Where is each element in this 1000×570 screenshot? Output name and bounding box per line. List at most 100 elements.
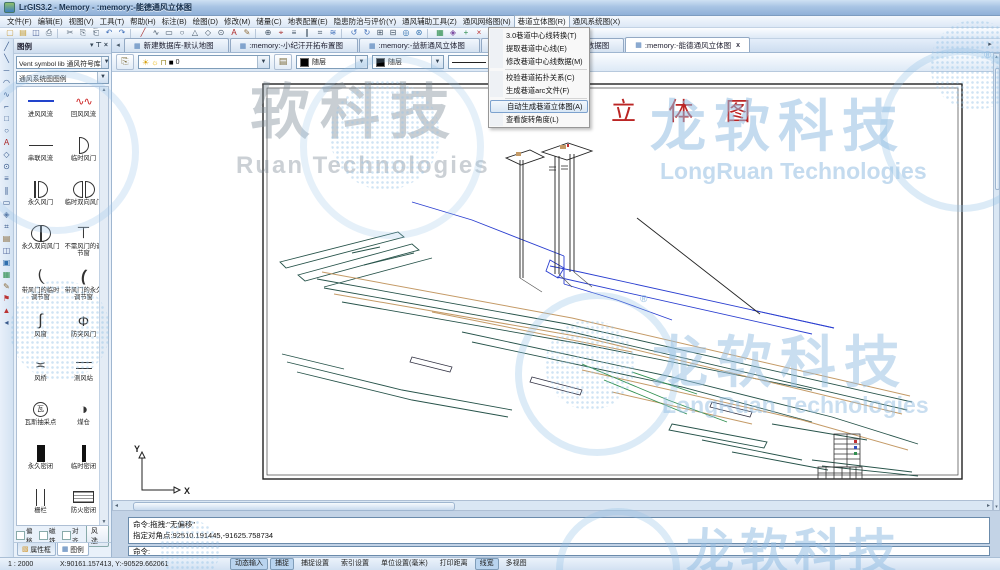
- document-tab[interactable]: ▦ :memory:-小纪汗开拓布置图: [230, 38, 358, 52]
- tab-close-icon[interactable]: x: [736, 42, 740, 49]
- toolbar-icon[interactable]: ⎘: [77, 28, 89, 38]
- make-layer-current-button[interactable]: ▤: [274, 54, 292, 70]
- draw-tool-icon[interactable]: ⊙: [1, 161, 13, 172]
- legend-symbol[interactable]: 栅栏: [19, 487, 62, 526]
- toolbar-icon[interactable]: ▢: [4, 28, 16, 38]
- draw-tool-icon[interactable]: ◇: [1, 149, 13, 160]
- draw-tool-icon[interactable]: □: [1, 113, 13, 124]
- chevron-down-icon[interactable]: ▼: [101, 57, 109, 68]
- menu-item[interactable]: 绘图(D): [190, 16, 221, 27]
- legend-symbol[interactable]: 进风风流: [19, 91, 62, 135]
- tab-scroll-left-icon[interactable]: ◂: [112, 40, 124, 52]
- checkbox[interactable]: [62, 531, 71, 540]
- scroll-left-icon[interactable]: ◂: [115, 502, 118, 509]
- draw-tool-icon[interactable]: ╱: [1, 41, 13, 52]
- document-tab[interactable]: ▦ :memory:-益新通风立体图: [359, 38, 480, 52]
- tab-scroll-right-icon[interactable]: ▸: [984, 39, 996, 51]
- horizontal-scrollbar[interactable]: ◂ ▸: [112, 500, 993, 511]
- legend-symbol[interactable]: 风窗: [19, 311, 62, 355]
- document-tab[interactable]: ▦ :memory:-能德通风立体图 x: [625, 37, 750, 52]
- draw-tool-icon[interactable]: ╲: [1, 53, 13, 64]
- toolbar-icon[interactable]: ⎗: [90, 28, 102, 38]
- menu-item[interactable]: 通风系统图(X): [570, 16, 624, 27]
- close-icon[interactable]: ×: [104, 40, 108, 52]
- panel-tab[interactable]: ▦ 图例: [57, 543, 89, 556]
- status-toggle-button[interactable]: 单位设置(毫米): [376, 558, 433, 570]
- draw-tool-icon[interactable]: ▤: [1, 233, 13, 244]
- scroll-down-icon[interactable]: ▼: [102, 519, 107, 525]
- draw-tool-icon[interactable]: ○: [1, 125, 13, 136]
- legend-symbol[interactable]: 带风门的临时调节窗: [19, 267, 62, 311]
- scroll-down-icon[interactable]: ▾: [995, 504, 998, 510]
- toolbar-icon[interactable]: ✂: [64, 28, 76, 38]
- status-toggle-button[interactable]: 打印距离: [435, 558, 473, 570]
- legend-symbol[interactable]: 永久双向风门: [19, 223, 62, 267]
- draw-tool-icon[interactable]: ◂: [1, 317, 13, 328]
- legend-symbol[interactable]: 风桥: [19, 355, 62, 399]
- draw-tool-icon[interactable]: ▭: [1, 197, 13, 208]
- drawing-canvas[interactable]: Y X 通 风 立 体 图: [112, 72, 993, 500]
- legend-symbol[interactable]: 瓦斯抽采点: [19, 399, 62, 443]
- command-history[interactable]: 命令:拖拽:"无偏移" 指定对角点:92510.191445,-91625.75…: [128, 517, 990, 544]
- color-combo[interactable]: 随层 ▼: [296, 55, 368, 69]
- checkbox[interactable]: [39, 531, 48, 540]
- menu-item[interactable]: 视图(V): [66, 16, 97, 27]
- draw-tool-icon[interactable]: ⌗: [1, 221, 13, 232]
- draw-tool-icon[interactable]: ◈: [1, 209, 13, 220]
- context-menu-item[interactable]: 修改巷道中心线数据(M): [490, 55, 588, 68]
- layer-combo[interactable]: ☀☼⊓■ 0 ▼: [138, 55, 270, 69]
- vertical-scrollbar[interactable]: ▴ ▾: [993, 53, 1000, 511]
- symbol-library-combo[interactable]: Vent symbol lib 通风符号库 ▼: [16, 56, 109, 69]
- panel-tab[interactable]: ▧ 属性框: [17, 543, 56, 556]
- context-menu-item[interactable]: 自动生成巷道立体图(A): [490, 100, 588, 113]
- draw-tool-icon[interactable]: ∿: [1, 89, 13, 100]
- menu-item[interactable]: 编辑(E): [35, 16, 66, 27]
- status-toggle-button[interactable]: 捕捉设置: [296, 558, 334, 570]
- context-menu-item[interactable]: 查看旋转角度(L): [490, 113, 588, 126]
- draw-tool-icon[interactable]: ⚑: [1, 293, 13, 304]
- menu-item[interactable]: 工具(T): [97, 16, 128, 27]
- toolbar-icon[interactable]: ↶: [103, 28, 115, 38]
- chevron-down-icon[interactable]: ▼: [355, 56, 367, 68]
- status-toggle-button[interactable]: 多视图: [501, 558, 532, 570]
- toolbar-icon[interactable]: ◫: [30, 28, 42, 38]
- draw-tool-icon[interactable]: ✎: [1, 281, 13, 292]
- menu-item[interactable]: 隐患防治与评价(Y): [331, 16, 400, 27]
- draw-tool-icon[interactable]: A: [1, 137, 13, 148]
- chevron-down-icon[interactable]: ▼: [97, 72, 108, 83]
- context-menu-item[interactable]: 3.0巷道中心线转换(T): [490, 29, 588, 42]
- context-menu-item[interactable]: 校验巷道拓扑关系(C): [490, 71, 588, 84]
- menu-item[interactable]: 通风网络图(N): [460, 16, 514, 27]
- draw-tool-icon[interactable]: ◫: [1, 245, 13, 256]
- chevron-down-icon[interactable]: ▼: [431, 56, 443, 68]
- status-toggle-button[interactable]: 线宽: [475, 558, 499, 570]
- menu-item[interactable]: 地表配置(E): [285, 16, 331, 27]
- status-toggle-button[interactable]: 捕捉: [270, 558, 294, 570]
- panel-header[interactable]: 图例 ▾ ⊤ ×: [14, 39, 111, 54]
- draw-tool-icon[interactable]: ⌐: [1, 101, 13, 112]
- draw-tool-icon[interactable]: ▣: [1, 257, 13, 268]
- scroll-up-icon[interactable]: ▴: [995, 54, 998, 60]
- draw-tool-icon[interactable]: ◠: [1, 77, 13, 88]
- scroll-right-icon[interactable]: ▸: [987, 502, 990, 509]
- menu-item[interactable]: 修改(M): [221, 16, 253, 27]
- status-toggle-button[interactable]: 动态输入: [230, 558, 268, 570]
- scrollbar-thumb[interactable]: [133, 502, 455, 511]
- draw-tool-icon[interactable]: ▦: [1, 269, 13, 280]
- draw-tool-icon[interactable]: ∥: [1, 185, 13, 196]
- document-tab[interactable]: ▦ 新建数据库-默认地图: [124, 38, 229, 52]
- menu-item[interactable]: 标注(B): [159, 16, 190, 27]
- checkbox[interactable]: [16, 531, 25, 540]
- fill-color-combo[interactable]: 随层 ▼: [372, 55, 444, 69]
- legend-symbol[interactable]: 永久风门: [19, 179, 62, 223]
- menu-item[interactable]: 储量(C): [253, 16, 284, 27]
- draw-tool-icon[interactable]: ─: [1, 65, 13, 76]
- toolbar-icon[interactable]: ⎙: [43, 28, 55, 38]
- symbol-list-scrollbar[interactable]: ▲ ▼: [99, 87, 108, 525]
- draw-tool-icon[interactable]: ≡: [1, 173, 13, 184]
- legend-type-combo[interactable]: 通风系统图图例 ▼: [16, 71, 109, 84]
- legend-symbol[interactable]: 永久密闭: [19, 443, 62, 487]
- legend-symbol[interactable]: 串联风流: [19, 135, 62, 179]
- command-input[interactable]: 命令:: [128, 546, 990, 556]
- scrollbar-thumb[interactable]: [995, 68, 1000, 190]
